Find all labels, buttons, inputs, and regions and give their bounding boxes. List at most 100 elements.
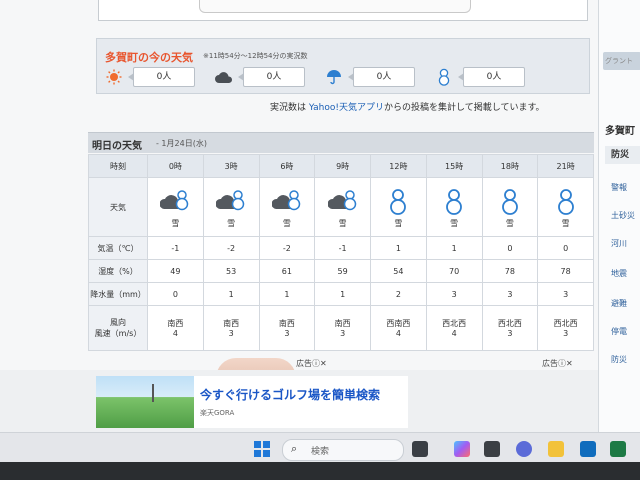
wind-cell: 南西 3 xyxy=(202,305,260,351)
precip-cell: 3 xyxy=(425,282,483,306)
sidebar-item[interactable]: 土砂災 xyxy=(611,210,635,221)
cloud-snow-icon xyxy=(216,190,245,211)
snowman-icon xyxy=(435,68,453,86)
wind-direction: 西北西 xyxy=(553,319,578,328)
ad-banner-bar: 今すぐ行けるゴルフ場を簡単検索 楽天GORA xyxy=(0,370,598,432)
precip-cell: 3 xyxy=(481,282,539,306)
row-label-temperature: 気温（℃） xyxy=(88,236,148,260)
sidebar-item[interactable]: 地震 xyxy=(611,268,627,279)
file-explorer-icon[interactable] xyxy=(548,441,564,457)
golf-ad-image xyxy=(96,376,194,428)
weather-label: 雪 xyxy=(505,219,514,228)
weather-cell: 雪 xyxy=(537,177,594,237)
precip-cell: 3 xyxy=(537,282,594,306)
ad-label-right[interactable]: 広告ⓘ✕ xyxy=(542,358,573,369)
widget-icon[interactable] xyxy=(412,441,428,457)
outlook-icon[interactable] xyxy=(580,441,596,457)
sidebar-banner[interactable]: グラント xyxy=(603,52,640,70)
weather-cell: 雪 xyxy=(258,177,316,237)
ad-title[interactable]: 今すぐ行けるゴルフ場を簡単検索 xyxy=(200,386,380,403)
snowman-icon xyxy=(390,189,407,215)
current-weather-panel: 多賀町の今の天気 ※11時54分〜12時54分の実況数 0人 0人 0人 0人 xyxy=(96,38,590,94)
count-value: 0人 xyxy=(128,67,195,87)
cloud-snow-icon xyxy=(160,190,189,211)
task-view-icon[interactable] xyxy=(484,441,500,457)
wind-direction: 南西 xyxy=(334,319,351,328)
sidebar-subtitle: 防災 xyxy=(605,146,640,164)
golf-ad[interactable]: 今すぐ行けるゴルフ場を簡単検索 楽天GORA xyxy=(96,376,408,428)
row-weather: 天気 雪 雪 雪 雪 雪 雪 雪 雪 xyxy=(88,177,594,237)
weather-label: 雪 xyxy=(227,219,236,228)
wind-direction: 南西 xyxy=(167,319,184,328)
chat-icon[interactable] xyxy=(516,441,532,457)
weather-label: 雪 xyxy=(338,219,347,228)
excel-icon[interactable] xyxy=(610,441,626,457)
temp-cell: -1 xyxy=(314,236,371,260)
humidity-cell: 59 xyxy=(314,259,371,283)
precip-cell: 0 xyxy=(147,282,204,306)
tomorrow-date: - 1月24日(水) xyxy=(156,139,207,148)
weather-label: 雪 xyxy=(282,219,291,228)
wind-speed: 3 xyxy=(563,329,569,338)
copilot-icon[interactable] xyxy=(454,441,470,457)
wind-cell: 南西 3 xyxy=(258,305,316,351)
current-weather-title: 多賀町の今の天気 xyxy=(105,51,193,64)
precip-cell: 1 xyxy=(314,282,371,306)
weather-cell: 雪 xyxy=(147,177,204,237)
hour-cell: 0時 xyxy=(147,154,204,178)
wind-cell: 西北西 4 xyxy=(425,305,483,351)
weather-cell: 雪 xyxy=(370,177,427,237)
wind-cell: 南西 4 xyxy=(147,305,204,351)
ad-source: 楽天GORA xyxy=(200,409,235,417)
humidity-cell: 78 xyxy=(481,259,539,283)
sidebar-item[interactable]: 警報 xyxy=(611,182,627,193)
count-footnote: 実況数は Yahoo!天気アプリからの投稿を集計して掲載しています。 xyxy=(270,100,545,113)
wind-speed: 4 xyxy=(451,329,457,338)
cloud-snow-icon xyxy=(327,190,356,211)
wind-direction: 南西 xyxy=(278,319,295,328)
taskbar-search[interactable]: ⌕ 検索 xyxy=(282,439,404,461)
wind-speed-label: 風速（m/s） xyxy=(94,329,142,338)
row-wind: 風向 風速（m/s） 南西 4 南西 3 南西 3 南西 3 西南西 4 西北西 4 西北西 3… xyxy=(88,305,594,351)
golf-flag-icon xyxy=(152,384,154,402)
precip-cell: 2 xyxy=(370,282,427,306)
footnote-pre: 実況数は xyxy=(270,103,307,113)
ad-label-left[interactable]: 広告ⓘ✕ xyxy=(296,358,327,369)
row-temperature: 気温（℃） -1 -2 -2 -1 1 1 0 0 xyxy=(88,236,594,260)
weather-cell: 雪 xyxy=(314,177,371,237)
row-label-wind: 風向 風速（m/s） xyxy=(88,305,148,351)
humidity-cell: 49 xyxy=(147,259,204,283)
temp-cell: -1 xyxy=(147,236,204,260)
humidity-cell: 53 xyxy=(202,259,260,283)
sidebar-item[interactable]: 河川 xyxy=(611,238,627,249)
sidebar-item[interactable]: 避難 xyxy=(611,298,627,309)
row-precipitation: 降水量（mm） 0 1 1 1 2 3 3 3 xyxy=(88,282,594,306)
hour-cell: 18時 xyxy=(481,154,539,178)
temp-cell: -2 xyxy=(258,236,316,260)
wind-direction: 西北西 xyxy=(497,319,522,328)
count-cloudy: 0人 xyxy=(215,67,305,87)
windows-start-icon[interactable] xyxy=(254,441,270,457)
sidebar-item[interactable]: 防災 xyxy=(611,354,627,365)
row-label-weather: 天気 xyxy=(88,177,148,237)
sidebar-item[interactable]: 停電 xyxy=(611,326,627,337)
yahoo-weather-app-link[interactable]: Yahoo!天気アプリ xyxy=(309,103,384,113)
wind-direction: 西南西 xyxy=(386,319,411,328)
precip-cell: 1 xyxy=(258,282,316,306)
search-placeholder: 検索 xyxy=(311,447,330,457)
wind-cell: 西北西 3 xyxy=(537,305,594,351)
count-snow: 0人 xyxy=(435,67,525,87)
browser-screen: 多賀町の今の天気 ※11時54分〜12時54分の実況数 0人 0人 0人 0人 xyxy=(0,0,640,462)
right-sidebar: グラント 多賀町 防災 警報 土砂災 河川 地震 避難 停電 防災 xyxy=(598,0,640,462)
sidebar-banner-text: グラント xyxy=(605,57,633,65)
weather-cell: 雪 xyxy=(481,177,539,237)
footnote-post: からの投稿を集計して掲載しています。 xyxy=(384,103,545,113)
top-button-remnant[interactable] xyxy=(199,0,471,13)
wind-cell: 西南西 4 xyxy=(370,305,427,351)
temp-cell: -2 xyxy=(202,236,260,260)
weather-cell: 雪 xyxy=(202,177,260,237)
search-icon: ⌕ xyxy=(291,442,298,455)
cloud-icon xyxy=(215,69,233,85)
wind-speed: 4 xyxy=(395,329,401,338)
wind-speed: 3 xyxy=(340,329,346,338)
